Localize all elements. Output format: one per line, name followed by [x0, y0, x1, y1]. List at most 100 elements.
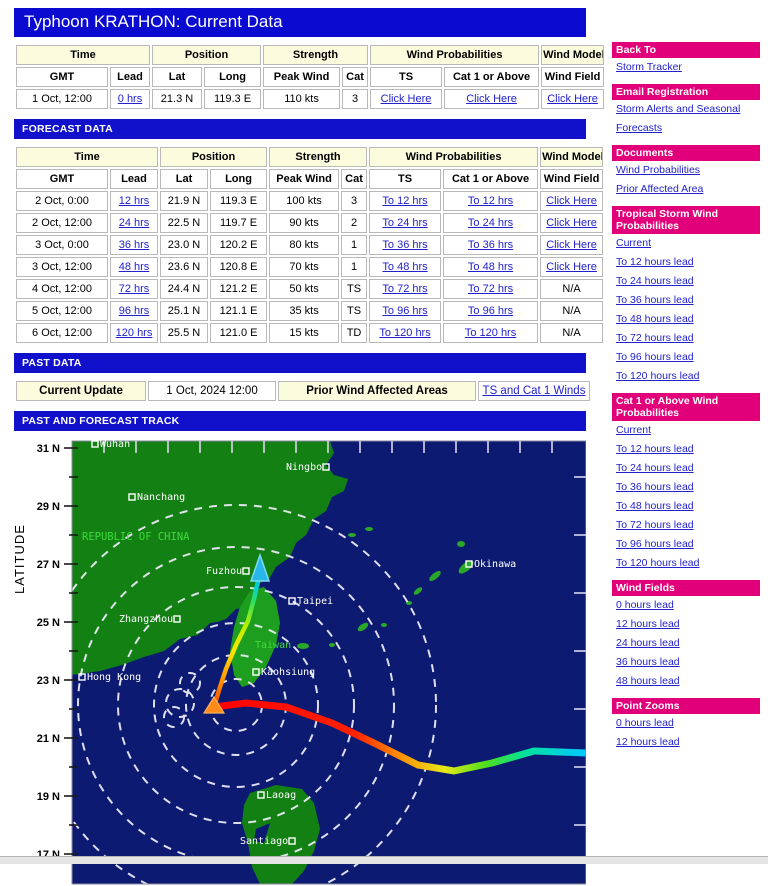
- cat1-prob-link[interactable]: Click Here: [466, 93, 517, 105]
- lead-link[interactable]: 12 hrs: [119, 195, 150, 207]
- map-place-label: Taipei: [297, 596, 333, 607]
- col-cat: Cat: [342, 67, 369, 87]
- sidebar-link[interactable]: To 96 hours lead: [616, 538, 760, 551]
- cell-gmt: 4 Oct, 12:00: [16, 279, 108, 299]
- lead-link[interactable]: 120 hrs: [116, 327, 153, 339]
- sidebar-link[interactable]: 12 hours lead: [616, 736, 760, 749]
- cat1-prob-link[interactable]: To 12 hrs: [468, 195, 513, 207]
- group-header-strength: Strength: [263, 45, 369, 65]
- cat1-prob-link[interactable]: To 120 hrs: [465, 327, 516, 339]
- cell-long: 119.3 E: [204, 89, 262, 109]
- cell-lat: 24.4 N: [160, 279, 209, 299]
- track-section-title: PAST AND FORECAST TRACK: [14, 411, 586, 431]
- col-long: Long: [210, 169, 268, 189]
- cell-gmt: 5 Oct, 12:00: [16, 301, 108, 321]
- col-long: Long: [204, 67, 262, 87]
- sidebar-link[interactable]: To 36 hours lead: [616, 294, 760, 307]
- sidebar-link[interactable]: To 48 hours lead: [616, 500, 760, 513]
- cell-lead: 120 hrs: [110, 323, 159, 343]
- window-chrome-strip: [0, 856, 768, 864]
- lead-link[interactable]: 72 hrs: [119, 283, 150, 295]
- sidebar-link[interactable]: To 96 hours lead: [616, 351, 760, 364]
- ts-prob-link[interactable]: To 24 hrs: [382, 217, 427, 229]
- lead-link[interactable]: 48 hrs: [119, 261, 150, 273]
- wind-field-link[interactable]: Click Here: [546, 261, 597, 273]
- cat1-prob-link[interactable]: To 36 hrs: [468, 239, 513, 251]
- cell-lead: 0 hrs: [110, 89, 151, 109]
- sidebar-link[interactable]: Storm Alerts and Seasonal: [616, 103, 760, 116]
- cell-wind-field: Click Here: [540, 257, 604, 277]
- wind-field-link[interactable]: Click Here: [546, 195, 597, 207]
- cell-long: 119.7 E: [210, 213, 268, 233]
- lead-link[interactable]: 96 hrs: [119, 305, 150, 317]
- ts-prob-link[interactable]: To 12 hrs: [382, 195, 427, 207]
- sidebar-link[interactable]: 12 hours lead: [616, 618, 760, 631]
- sidebar-link[interactable]: 0 hours lead: [616, 717, 760, 730]
- cell-peak-wind: 50 kts: [269, 279, 340, 299]
- cell-cat-badge: TS: [341, 301, 368, 321]
- sidebar-link[interactable]: Wind Probabilities: [616, 164, 760, 177]
- sidebar-link[interactable]: Current: [616, 424, 760, 437]
- cell-gmt: 2 Oct, 12:00: [16, 213, 108, 233]
- cat1-prob-link[interactable]: To 48 hrs: [468, 261, 513, 273]
- cell-long: 121.2 E: [210, 279, 268, 299]
- ts-prob-link[interactable]: To 96 hrs: [382, 305, 427, 317]
- sidebar-link[interactable]: To 12 hours lead: [616, 256, 760, 269]
- current-update-value: 1 Oct, 2024 12:00: [148, 381, 276, 401]
- sidebar-link[interactable]: To 48 hours lead: [616, 313, 760, 326]
- wind-field-link[interactable]: Click Here: [546, 217, 597, 229]
- sidebar-link[interactable]: 48 hours lead: [616, 675, 760, 688]
- sidebar-link[interactable]: To 36 hours lead: [616, 481, 760, 494]
- sidebar-group: Back To Storm Tracker: [612, 42, 760, 74]
- cell-ts: To 12 hrs: [369, 191, 442, 211]
- cat1-prob-link[interactable]: To 72 hrs: [468, 283, 513, 295]
- sidebar-link[interactable]: Prior Affected Area: [616, 183, 760, 196]
- map-y-tick-label: 19 N: [37, 791, 60, 803]
- col-lat: Lat: [152, 67, 203, 87]
- sidebar-link[interactable]: To 24 hours lead: [616, 462, 760, 475]
- cell-gmt: 3 Oct, 0:00: [16, 235, 108, 255]
- sidebar-link[interactable]: To 24 hours lead: [616, 275, 760, 288]
- lead-link[interactable]: 36 hrs: [119, 239, 150, 251]
- sidebar-link[interactable]: 24 hours lead: [616, 637, 760, 650]
- sidebar-link[interactable]: Storm Tracker: [616, 61, 760, 74]
- sidebar-link[interactable]: Forecasts: [616, 122, 760, 135]
- cell-lead: 48 hrs: [110, 257, 159, 277]
- sidebar-link[interactable]: 0 hours lead: [616, 599, 760, 612]
- ts-prob-link[interactable]: To 36 hrs: [382, 239, 427, 251]
- ts-prob-link[interactable]: To 48 hrs: [382, 261, 427, 273]
- group-header-position: Position: [152, 45, 262, 65]
- cell-peak-wind: 80 kts: [269, 235, 340, 255]
- cell-lead: 12 hrs: [110, 191, 159, 211]
- cat1-prob-link[interactable]: To 24 hrs: [468, 217, 513, 229]
- lead-link[interactable]: 0 hrs: [118, 93, 142, 105]
- group-header-wind-probabilities: Wind Probabilities: [370, 45, 540, 65]
- cell-cat-badge: 2: [341, 213, 368, 233]
- sidebar-link[interactable]: To 72 hours lead: [616, 519, 760, 532]
- track-map[interactable]: LATITUDE 31 N 29 N 27 N 25 N 23 N 21 N 1…: [12, 431, 586, 886]
- cell-lat: 25.1 N: [160, 301, 209, 321]
- sidebar-link[interactable]: To 120 hours lead: [616, 370, 760, 383]
- sidebar-group: Cat 1 or Above Wind Probabilities Current…: [612, 393, 760, 570]
- ts-prob-link[interactable]: To 72 hrs: [382, 283, 427, 295]
- cat1-prob-link[interactable]: To 96 hrs: [468, 305, 513, 317]
- group-header-wind-probabilities: Wind Probabilities: [369, 147, 539, 167]
- sidebar-link[interactable]: To 12 hours lead: [616, 443, 760, 456]
- lead-link[interactable]: 24 hrs: [119, 217, 150, 229]
- ts-prob-link[interactable]: To 120 hrs: [379, 327, 430, 339]
- ts-and-cat1-winds-link[interactable]: TS and Cat 1 Winds: [483, 385, 586, 397]
- ts-prob-link[interactable]: Click Here: [381, 93, 432, 105]
- sidebar-link[interactable]: To 72 hours lead: [616, 332, 760, 345]
- map-place-label: Fuzhou: [206, 566, 242, 577]
- cell-wind-field: N/A: [540, 323, 604, 343]
- map-place: Hong Kong: [78, 672, 141, 683]
- wind-field-link[interactable]: Click Here: [547, 93, 598, 105]
- track-map-svg[interactable]: 31 N29 N27 N25 N23 N21 N19 N17 N WuhanNi…: [14, 431, 586, 886]
- sidebar-link[interactable]: 36 hours lead: [616, 656, 760, 669]
- cell-ts: To 24 hrs: [369, 213, 442, 233]
- sidebar-link[interactable]: To 120 hours lead: [616, 557, 760, 570]
- cell-long: 121.1 E: [210, 301, 268, 321]
- sidebar-link[interactable]: Current: [616, 237, 760, 250]
- wind-field-link[interactable]: Click Here: [546, 239, 597, 251]
- group-header-position: Position: [160, 147, 268, 167]
